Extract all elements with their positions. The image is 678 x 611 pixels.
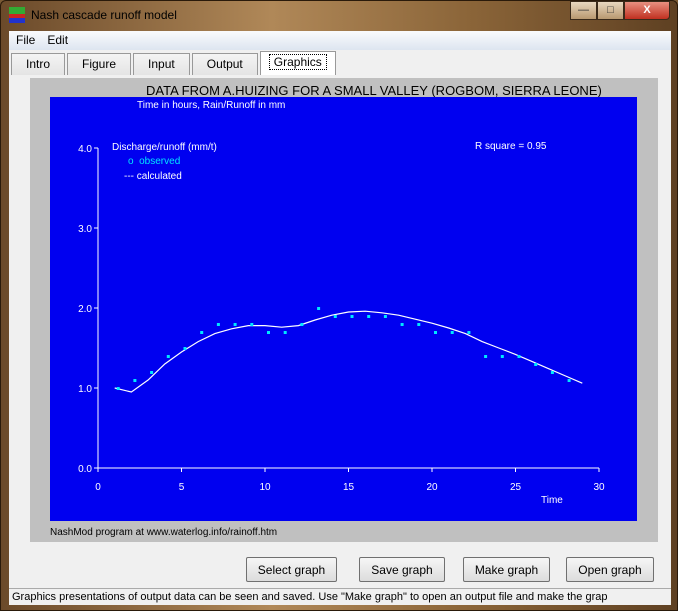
y-tick-label: 2.0 bbox=[78, 304, 92, 315]
observed-point bbox=[250, 323, 254, 326]
observed-point bbox=[467, 331, 471, 334]
menu-bar: File Edit bbox=[9, 31, 671, 50]
observed-point bbox=[216, 323, 220, 326]
tab-bar: Intro Figure Input Output Graphics bbox=[11, 51, 338, 75]
tab-output[interactable]: Output bbox=[191, 53, 258, 75]
graphic-subtitle: Time in hours, Rain/Runoff in mm bbox=[137, 100, 285, 111]
observed-point bbox=[283, 331, 287, 334]
observed-point bbox=[116, 387, 120, 390]
observed-point bbox=[233, 323, 237, 326]
status-bar: Graphics presentations of output data ca… bbox=[9, 588, 671, 605]
graphic-title: DATA FROM A.HUIZING FOR A SMALL VALLEY (… bbox=[146, 83, 602, 98]
make-graph-button[interactable]: Make graph bbox=[463, 557, 550, 582]
observed-point bbox=[300, 323, 304, 326]
x-tick-label: 30 bbox=[593, 482, 605, 493]
observed-point bbox=[517, 355, 521, 358]
observed-point bbox=[567, 379, 571, 382]
tab-input[interactable]: Input bbox=[133, 53, 190, 75]
observed-point bbox=[450, 331, 454, 334]
observed-point bbox=[383, 315, 387, 318]
observed-point bbox=[367, 315, 371, 318]
observed-point bbox=[500, 355, 504, 358]
tab-intro[interactable]: Intro bbox=[11, 53, 66, 75]
observed-point bbox=[550, 371, 554, 374]
observed-point bbox=[350, 315, 354, 318]
observed-point bbox=[183, 347, 187, 350]
observed-point bbox=[200, 331, 204, 334]
graphic-panel: DATA FROM A.HUIZING FOR A SMALL VALLEY (… bbox=[30, 78, 658, 542]
observed-point bbox=[534, 363, 538, 366]
x-tick-label: 15 bbox=[343, 482, 355, 493]
observed-point bbox=[333, 315, 337, 318]
save-graph-button[interactable]: Save graph bbox=[359, 557, 445, 582]
x-tick-label: 25 bbox=[510, 482, 522, 493]
plot-area: Time in hours, Rain/Runoff in mm Dischar… bbox=[50, 97, 637, 521]
x-axis-label: Time bbox=[541, 495, 563, 506]
menu-file[interactable]: File bbox=[16, 31, 35, 50]
observed-point bbox=[166, 355, 170, 358]
y-axis-label: Discharge/runoff (mm/t) bbox=[112, 142, 217, 153]
chart: Time in hours, Rain/Runoff in mm Dischar… bbox=[78, 100, 605, 506]
legend-observed: o observed bbox=[128, 156, 180, 167]
y-tick-label: 1.0 bbox=[78, 384, 92, 395]
calculated-line bbox=[114, 310, 583, 393]
close-button[interactable]: X bbox=[624, 1, 670, 20]
app-icon bbox=[9, 7, 25, 23]
y-tick-label: 0.0 bbox=[78, 464, 92, 475]
open-graph-button[interactable]: Open graph bbox=[566, 557, 654, 582]
graphic-footer: NashMod program at www.waterlog.info/rai… bbox=[50, 527, 278, 538]
select-graph-button[interactable]: Select graph bbox=[246, 557, 337, 582]
tab-graphics[interactable]: Graphics bbox=[259, 51, 336, 75]
r-square-annotation: R square = 0.95 bbox=[475, 141, 547, 152]
window-title: Nash cascade runoff model bbox=[31, 8, 177, 22]
y-tick-label: 4.0 bbox=[78, 144, 92, 155]
observed-point bbox=[267, 331, 270, 334]
observed-point bbox=[484, 355, 488, 358]
x-tick-label: 5 bbox=[179, 482, 185, 493]
tab-graphics-label: Graphics bbox=[268, 54, 327, 70]
observed-point bbox=[417, 323, 421, 326]
observed-point bbox=[150, 371, 154, 374]
window-frame: Nash cascade runoff model — □ X File Edi… bbox=[0, 0, 678, 611]
x-tick-label: 20 bbox=[426, 482, 438, 493]
observed-point bbox=[400, 323, 404, 326]
x-tick-label: 0 bbox=[95, 482, 101, 493]
x-tick-label: 10 bbox=[259, 482, 271, 493]
observed-point bbox=[317, 307, 321, 310]
menu-edit[interactable]: Edit bbox=[47, 31, 68, 50]
observed-point bbox=[434, 331, 437, 334]
tab-figure[interactable]: Figure bbox=[67, 53, 132, 75]
maximize-button[interactable]: □ bbox=[597, 1, 624, 20]
observed-point bbox=[133, 379, 137, 382]
y-tick-label: 3.0 bbox=[78, 224, 92, 235]
legend-calculated: --- calculated bbox=[124, 171, 182, 182]
client-area: File Edit Intro Figure Input Output Grap… bbox=[9, 31, 671, 605]
minimize-button[interactable]: — bbox=[570, 1, 597, 20]
